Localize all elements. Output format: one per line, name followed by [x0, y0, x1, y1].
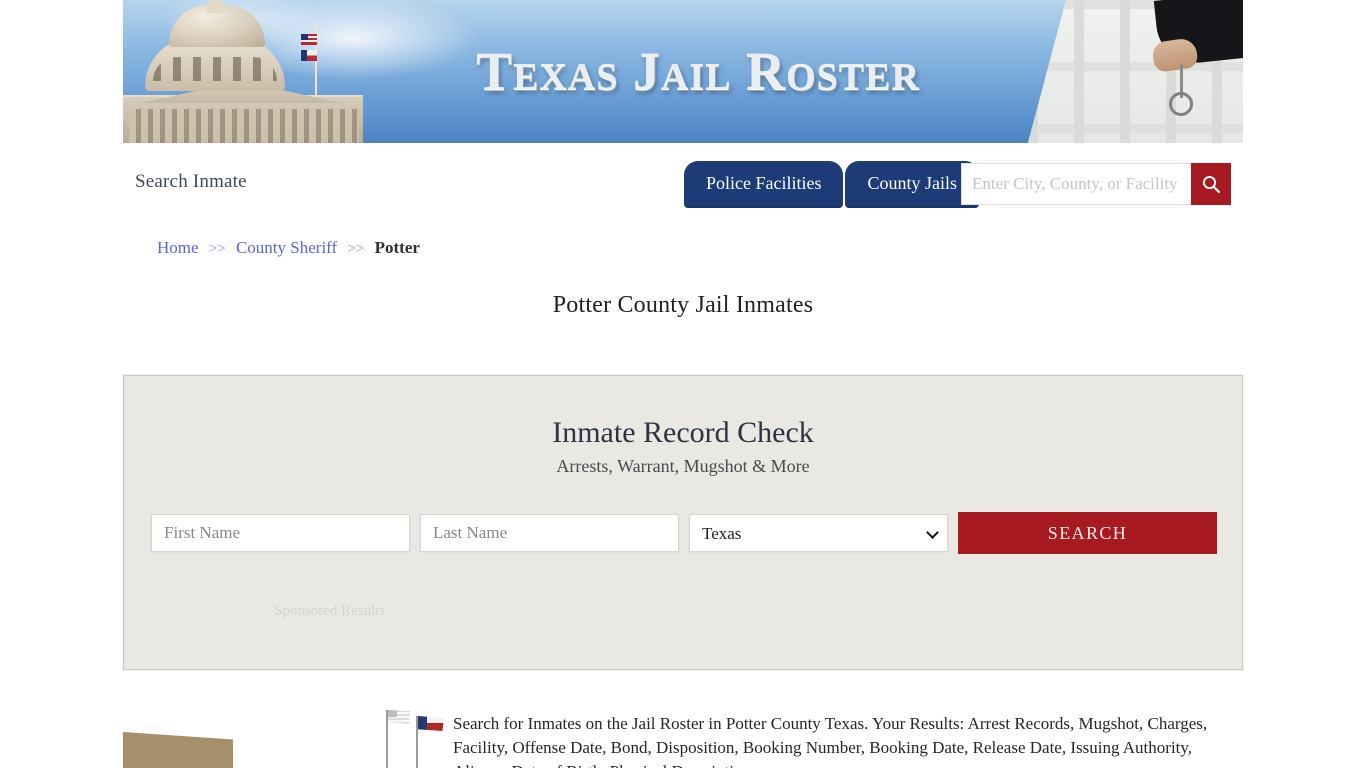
- inmate-search-button[interactable]: SEARCH: [958, 512, 1217, 554]
- site-banner: Texas Jail Roster: [123, 0, 1243, 143]
- page-title: Potter County Jail Inmates: [552, 292, 814, 318]
- county-building-thumbnail-icon: [123, 731, 233, 768]
- first-name-input[interactable]: [151, 514, 410, 552]
- site-title: Texas Jail Roster: [476, 41, 920, 101]
- last-name-input[interactable]: [420, 514, 679, 552]
- sponsored-results-label: Sponsored Results: [274, 603, 386, 619]
- breadcrumb-item-current: Potter: [374, 238, 420, 257]
- content-description: Search for Inmates on the Jail Roster in…: [453, 714, 1208, 768]
- nav-tab-county-jails[interactable]: County Jails: [845, 161, 979, 208]
- content-section: Search for Inmates on the Jail Roster in…: [123, 700, 1243, 768]
- inmate-record-check-panel: Inmate Record Check Arrests, Warrant, Mu…: [122, 374, 1244, 671]
- search-icon: [1202, 175, 1221, 194]
- header-search: [961, 163, 1231, 205]
- inmate-search-form: Texas SEARCH: [151, 512, 1217, 554]
- breadcrumb-item-county-sheriff[interactable]: County Sheriff: [236, 238, 337, 257]
- primary-nav: Police Facilities County Jails: [684, 161, 979, 208]
- panel-title: Inmate Record Check: [552, 416, 814, 449]
- page-root: Texas Jail Roster Search Inmate Police F…: [0, 0, 1366, 768]
- header-bar: Search Inmate Police Facilities County J…: [123, 143, 1243, 223]
- brand-label: Search Inmate: [135, 171, 247, 192]
- flags-thumbnail-icon: [366, 700, 444, 768]
- search-input[interactable]: [961, 163, 1191, 205]
- site-banner-container: Texas Jail Roster: [123, 0, 1243, 143]
- panel-subtitle: Arrests, Warrant, Mugshot & More: [556, 456, 810, 476]
- nav-tab-police-facilities[interactable]: Police Facilities: [684, 161, 844, 208]
- breadcrumb: Home >> County Sheriff >> Potter: [157, 238, 420, 258]
- breadcrumb-item-home[interactable]: Home: [157, 238, 199, 257]
- breadcrumb-separator: >>: [347, 241, 365, 257]
- search-button[interactable]: [1191, 163, 1231, 205]
- breadcrumb-separator: >>: [208, 241, 226, 257]
- state-select-wrapper: Texas: [689, 514, 948, 552]
- state-select[interactable]: Texas: [689, 514, 948, 552]
